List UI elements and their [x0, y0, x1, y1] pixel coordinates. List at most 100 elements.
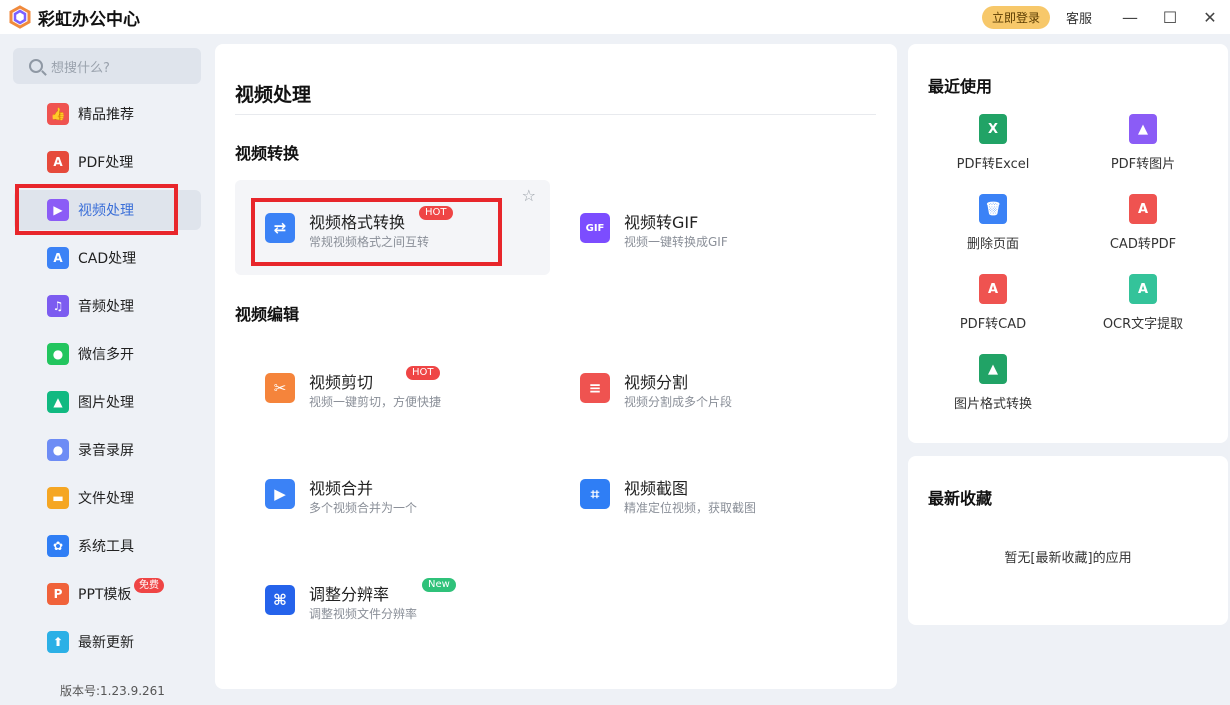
music-icon: ♫: [47, 295, 69, 317]
sidebar-item-5[interactable]: ● 微信多开: [14, 334, 201, 374]
tool-card[interactable]: ⌘ 调整分辨率调整视频文件分辨率 New: [235, 552, 550, 647]
tool-card[interactable]: ▶ 视频合并多个视频合并为一个: [235, 446, 550, 541]
split-icon: ≡: [580, 373, 610, 403]
resolution-icon: ⌘: [265, 585, 295, 615]
ocr-icon: A: [1129, 274, 1157, 304]
crop-icon: ⌗: [580, 479, 610, 509]
search-icon: [29, 59, 43, 73]
login-button[interactable]: 立即登录: [981, 5, 1050, 29]
pdf-to-excel-icon: X: [979, 114, 1007, 144]
customer-service-link[interactable]: 客服: [1066, 8, 1092, 27]
recent-item-label: 删除页面: [966, 237, 1019, 252]
sidebar-item-label: PDF处理: [78, 155, 134, 171]
sidebar-item-6[interactable]: ▲ 图片处理: [14, 382, 201, 422]
tool-card[interactable]: ✂ 视频剪切视频一键剪切，方便快捷 HOT: [235, 340, 550, 435]
tool-description: 视频一键转换成GIF: [624, 235, 728, 249]
tool-name: 视频截图: [624, 479, 689, 498]
highlight-box: [15, 184, 178, 235]
hot-badge: HOT: [406, 366, 440, 380]
free-badge: 免费: [134, 578, 164, 593]
recent-item-label: PDF转Excel: [956, 157, 1030, 172]
tool-description: 精准定位视频，获取截图: [624, 501, 757, 515]
sidebar-item-1[interactable]: A PDF处理: [14, 142, 201, 182]
new-badge: New: [422, 578, 456, 592]
sidebar-item-0[interactable]: 👍 精品推荐: [14, 94, 201, 134]
video-cut-icon: ✂: [265, 373, 295, 403]
title-divider: [235, 114, 876, 115]
search-input[interactable]: 想搜什么?: [13, 48, 201, 84]
recent-item[interactable]: ▲ 图片格式转换: [918, 354, 1068, 424]
recent-item-label: OCR文字提取: [1102, 317, 1184, 332]
sidebar-item-11[interactable]: ⬆ 最新更新: [14, 622, 201, 662]
version-label: 版本号:1.23.9.261: [60, 684, 165, 698]
wechat-icon: ●: [47, 343, 69, 365]
section-title-convert: 视频转换: [235, 144, 300, 163]
tool-name: 调整分辨率: [309, 585, 390, 604]
tool-name: 视频转GIF: [624, 213, 699, 232]
sidebar-item-10[interactable]: P PPT模板 免费: [14, 574, 201, 614]
minimize-button[interactable]: —: [1110, 0, 1150, 34]
sidebar-item-label: 文件处理: [78, 491, 134, 507]
sidebar-item-label: 最新更新: [78, 635, 134, 651]
recent-item-label: 图片格式转换: [953, 397, 1032, 412]
tool-card[interactable]: GIF 视频转GIF 视频一键转换成GIF: [550, 180, 865, 275]
close-button[interactable]: ✕: [1190, 0, 1230, 34]
sidebar-item-label: 系统工具: [78, 539, 134, 555]
gif-icon: GIF: [580, 213, 610, 243]
sidebar-item-label: 录音录屏: [78, 443, 134, 459]
tool-card[interactable]: ≡ 视频分割视频分割成多个片段: [550, 340, 865, 435]
sidebar-item-4[interactable]: ♫ 音频处理: [14, 286, 201, 326]
tool-name: 视频剪切: [309, 373, 374, 392]
sidebar-item-label: CAD处理: [78, 251, 137, 267]
favorites-panel: 最新收藏 暂无[最新收藏]的应用: [908, 456, 1228, 625]
folder-icon: ▬: [47, 487, 69, 509]
favorite-star-icon[interactable]: ☆: [522, 186, 536, 205]
app-logo-icon: [8, 5, 32, 29]
search-placeholder: 想搜什么?: [51, 60, 110, 76]
recent-item-label: PDF转CAD: [959, 317, 1027, 332]
sidebar: 想搜什么? 👍 精品推荐 A PDF处理 ▶ 视频处理 A CAD处理 ♫ 音频处理 ● 微信多开 ▲ 图…: [0, 34, 210, 705]
title-bar: 彩虹办公中心 立即登录 客服 — ☐ ✕: [0, 0, 1230, 34]
recent-item[interactable]: A PDF转CAD: [918, 274, 1068, 344]
maximize-button[interactable]: ☐: [1150, 0, 1190, 34]
sidebar-item-9[interactable]: ✿ 系统工具: [14, 526, 201, 566]
pdf-icon: A: [47, 151, 69, 173]
tool-description: 视频一键剪切，方便快捷: [309, 395, 442, 409]
recent-item[interactable]: 🗑 删除页面: [918, 194, 1068, 264]
highlight-box: [251, 198, 502, 266]
merge-icon: ▶: [265, 479, 295, 509]
cad-to-pdf-icon: A: [1129, 194, 1157, 224]
section-title-edit: 视频编辑: [235, 305, 300, 324]
sidebar-item-3[interactable]: A CAD处理: [14, 238, 201, 278]
app-title: 彩虹办公中心: [38, 9, 140, 30]
recent-item[interactable]: A CAD转PDF: [1068, 194, 1218, 264]
main-panel: 视频处理 视频转换 视频编辑 ⇄ 视频格式转换 常规视频格式之间互转 HOT ☆ GIF 视…: [215, 44, 897, 689]
tool-card[interactable]: ⌗ 视频截图精准定位视频，获取截图: [550, 446, 865, 541]
favorites-empty-message: 暂无[最新收藏]的应用: [1004, 551, 1132, 566]
upload-icon: ⬆: [47, 631, 69, 653]
recent-title: 最近使用: [928, 77, 993, 96]
sidebar-item-label: PPT模板: [78, 587, 132, 603]
microphone-icon: ●: [47, 439, 69, 461]
favorites-title: 最新收藏: [928, 489, 993, 508]
thumbs-up-icon: 👍: [47, 103, 69, 125]
tool-description: 视频分割成多个片段: [624, 395, 733, 409]
recent-item[interactable]: X PDF转Excel: [918, 114, 1068, 184]
sidebar-item-7[interactable]: ● 录音录屏: [14, 430, 201, 470]
page-title: 视频处理: [235, 84, 312, 106]
tool-name: 视频合并: [309, 479, 374, 498]
sidebar-item-label: 图片处理: [78, 395, 134, 411]
recent-item[interactable]: ▲ PDF转图片: [1068, 114, 1218, 184]
image-icon: ▲: [47, 391, 69, 413]
recent-item[interactable]: A OCR文字提取: [1068, 274, 1218, 344]
recent-item-label: PDF转图片: [1110, 157, 1176, 172]
tool-description: 多个视频合并为一个: [309, 501, 418, 515]
ppt-icon: P: [47, 583, 69, 605]
sidebar-item-8[interactable]: ▬ 文件处理: [14, 478, 201, 518]
tool-description: 调整视频文件分辨率: [309, 607, 418, 621]
cad-icon: A: [47, 247, 69, 269]
sidebar-item-label: 精品推荐: [78, 107, 134, 123]
pdf-to-cad-icon: A: [979, 274, 1007, 304]
pdf-to-image-icon: ▲: [1129, 114, 1157, 144]
tool-name: 视频分割: [624, 373, 689, 392]
